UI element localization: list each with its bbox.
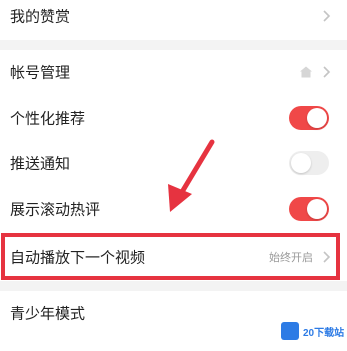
watermark-logo: 20下载站 — [279, 321, 345, 341]
home-icon — [300, 66, 312, 78]
chevron-right-icon — [323, 10, 331, 22]
settings-item-label: 帐号管理 — [10, 63, 71, 82]
toggle-knob — [307, 108, 327, 128]
settings-item-label: 展示滚动热评 — [10, 200, 101, 219]
section-divider — [0, 281, 347, 291]
settings-item-account[interactable]: 帐号管理 — [0, 50, 347, 94]
watermark-text: 20下载站 — [303, 328, 345, 339]
chevron-right-icon — [323, 66, 331, 78]
settings-screen: 我的赞赏 帐号管理 个性化推荐 推送通知 展示滚动热评 自动播放下一个视频 始终… — [0, 0, 347, 351]
settings-item-personalized[interactable]: 个性化推荐 — [0, 96, 347, 140]
scroll-hot-comments-toggle[interactable] — [289, 197, 329, 221]
arrow-icon — [168, 139, 215, 212]
settings-item-label: 青少年模式 — [10, 304, 86, 323]
toggle-knob — [307, 199, 327, 219]
settings-item-label: 我的赞赏 — [10, 7, 71, 26]
toggle-knob — [291, 153, 311, 173]
settings-item-label: 个性化推荐 — [10, 109, 86, 128]
settings-item-my-reward[interactable]: 我的赞赏 — [0, 0, 347, 38]
section-divider — [0, 40, 347, 50]
highlight-box — [1, 233, 340, 280]
personalized-toggle[interactable] — [289, 106, 329, 130]
push-toggle[interactable] — [289, 151, 329, 175]
watermark-icon — [281, 322, 299, 340]
settings-item-label: 推送通知 — [10, 154, 71, 173]
